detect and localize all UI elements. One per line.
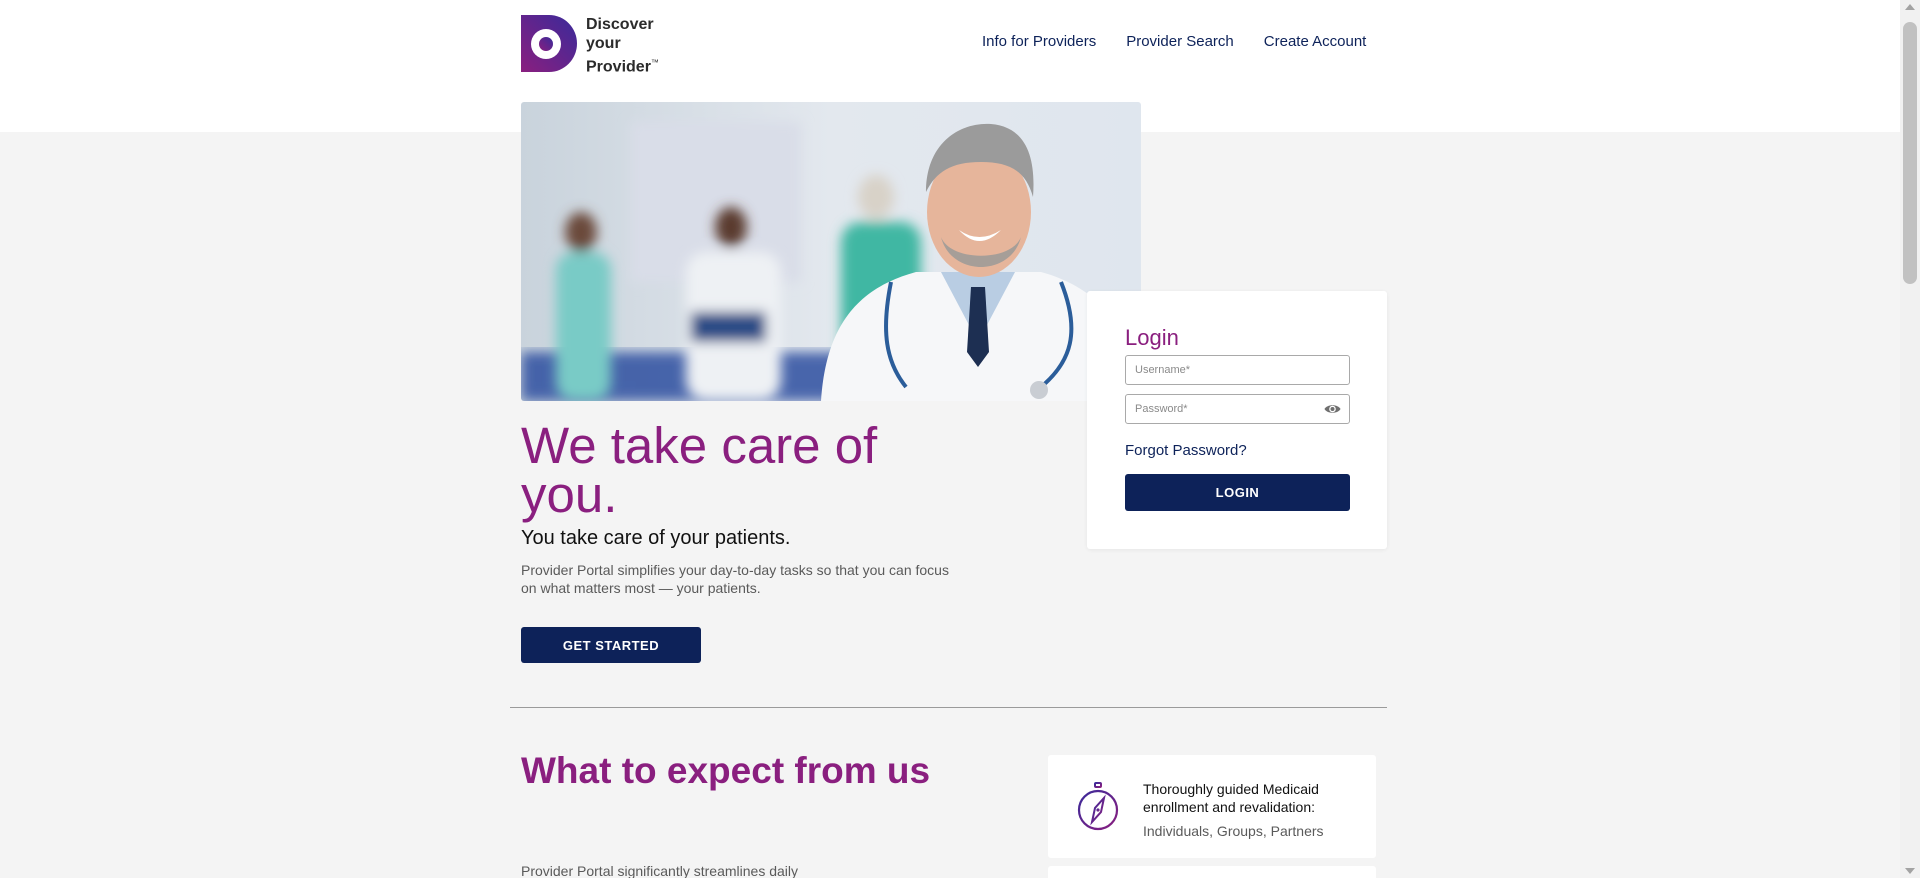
brand-line-2: your — [586, 35, 621, 52]
password-field[interactable] — [1125, 394, 1350, 424]
compass-icon — [1077, 782, 1119, 831]
scroll-down-arrow-icon[interactable] — [1905, 868, 1915, 874]
login-button[interactable]: LOGIN — [1125, 474, 1350, 511]
hero-description: Provider Portal simplifies your day-to-d… — [521, 562, 949, 596]
feature-card — [1048, 866, 1376, 878]
nav-info-for-providers[interactable]: Info for Providers — [982, 33, 1096, 50]
vertical-scrollbar[interactable] — [1900, 0, 1920, 878]
nav-provider-search[interactable]: Provider Search — [1126, 33, 1234, 50]
brand-line-1: Discover — [586, 16, 654, 33]
feature-card: Thoroughly guided Medicaid enrollment an… — [1048, 755, 1376, 858]
password-input[interactable] — [1126, 395, 1349, 423]
main-nav: Info for Providers Provider Search Creat… — [982, 33, 1366, 50]
forgot-password-link[interactable]: Forgot Password? — [1125, 442, 1247, 459]
brand-wordmark: Discover your Provider™ — [586, 15, 659, 76]
get-started-button[interactable]: GET STARTED — [521, 627, 701, 663]
hero-subhead: You take care of your patients. — [521, 527, 791, 549]
scroll-up-arrow-icon[interactable] — [1905, 4, 1915, 10]
trademark: ™ — [650, 58, 659, 67]
nav-create-account[interactable]: Create Account — [1264, 33, 1367, 50]
section-divider — [510, 707, 1387, 708]
login-card: Login Forgot Password? LOGIN — [1087, 291, 1387, 549]
doctor-photo-icon — [521, 102, 1141, 401]
hero-headline: We take care of you. — [521, 417, 878, 523]
eye-icon[interactable] — [1324, 403, 1341, 415]
login-title: Login — [1125, 325, 1179, 350]
expect-section-title: What to expect from us — [521, 750, 931, 791]
logo-mark-icon — [521, 15, 577, 72]
expect-section-description: Provider Portal significantly streamline… — [521, 863, 798, 878]
feature-subtitle: Individuals, Groups, Partners — [1143, 823, 1324, 839]
brand-logo[interactable]: Discover your Provider™ — [521, 15, 659, 76]
username-input[interactable] — [1126, 356, 1349, 384]
brand-line-3: Provider™ — [586, 58, 659, 76]
scrollbar-thumb[interactable] — [1903, 22, 1917, 284]
username-field[interactable] — [1125, 355, 1350, 385]
feature-title: Thoroughly guided Medicaid enrollment an… — [1143, 781, 1319, 815]
hero-image — [521, 102, 1141, 401]
